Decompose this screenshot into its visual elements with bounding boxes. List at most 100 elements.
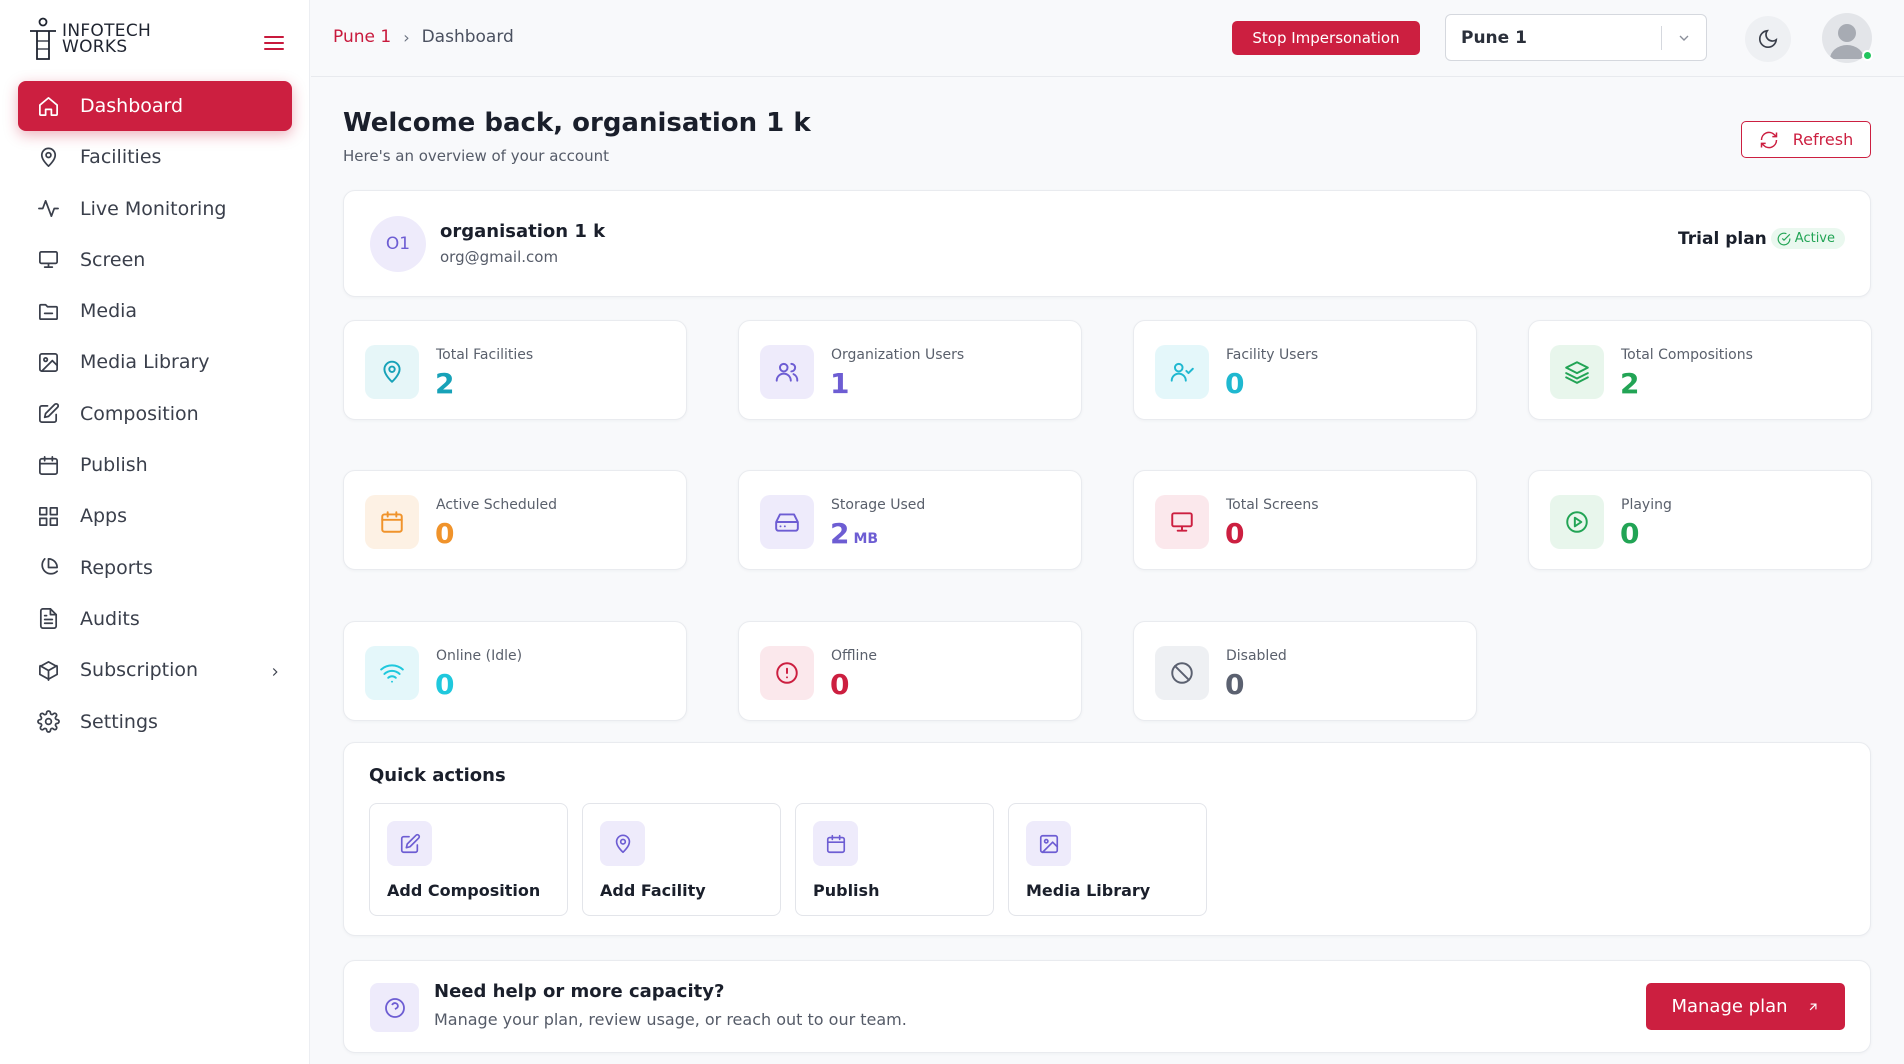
stat-number: 1 — [830, 367, 850, 400]
stat-value: 2 MB — [830, 517, 878, 550]
check-circle-icon — [1777, 232, 1791, 245]
sidebar-item-screen[interactable]: Screen — [18, 235, 292, 285]
quick-action-publish[interactable]: Publish — [795, 803, 994, 916]
sidebar-item-label: Reports — [80, 556, 153, 579]
user-check-icon — [1155, 345, 1209, 399]
org-select-dropdown[interactable]: Pune 1 — [1445, 14, 1707, 61]
sidebar-item-dashboard[interactable]: Dashboard — [18, 81, 292, 131]
plan-info: Trial plan Active — [1678, 228, 1845, 249]
quick-action-add-facility[interactable]: Add Facility — [582, 803, 781, 916]
brand-name: INFOTECH WORKS — [62, 23, 151, 57]
stat-card-facility-users: Facility Users 0 — [1133, 320, 1477, 420]
sidebar-item-publish[interactable]: Publish — [18, 440, 292, 490]
stat-label: Facility Users — [1226, 347, 1319, 363]
quick-actions-card: Quick actions Add Composition Add Facili… — [343, 742, 1871, 936]
theme-toggle-button[interactable] — [1745, 16, 1791, 62]
plan-status-text: Active — [1794, 231, 1835, 246]
hamburger-menu-icon[interactable] — [262, 33, 286, 53]
sidebar-item-media[interactable]: Media — [18, 286, 292, 336]
stat-number: 0 — [435, 517, 455, 550]
image-icon — [36, 350, 60, 374]
sidebar-item-apps[interactable]: Apps — [18, 491, 292, 541]
sidebar-item-subscription[interactable]: Subscription — [18, 645, 292, 695]
stat-label: Active Scheduled — [436, 497, 557, 513]
stat-card-total-facilities: Total Facilities 2 — [343, 320, 687, 420]
stat-card-offline: Offline 0 — [738, 621, 1082, 721]
stat-card-storage-used: Storage Used 2 MB — [738, 470, 1082, 570]
stat-number: 0 — [830, 668, 850, 701]
arrow-up-right-icon — [1809, 1003, 1817, 1010]
sidebar-item-label: Facilities — [80, 146, 162, 169]
sidebar-item-label: Screen — [80, 248, 146, 271]
layers-icon — [1550, 345, 1604, 399]
top-header: Pune 1 › Dashboard Stop Impersonation Pu… — [311, 0, 1904, 77]
quick-action-media-library[interactable]: Media Library — [1008, 803, 1207, 916]
sidebar-item-label: Media Library — [80, 351, 210, 374]
sidebar-item-live-monitoring[interactable]: Live Monitoring — [18, 184, 292, 234]
calendar-icon — [813, 821, 858, 866]
quick-action-add-composition[interactable]: Add Composition — [369, 803, 568, 916]
stat-number: 0 — [1225, 517, 1245, 550]
stat-value: 0 — [1225, 517, 1244, 550]
sidebar-item-reports[interactable]: Reports — [18, 543, 292, 593]
monitor-icon — [36, 248, 60, 272]
stat-card-total-compositions: Total Compositions 2 — [1528, 320, 1872, 420]
quick-actions-title: Quick actions — [369, 765, 506, 786]
quick-action-label: Add Facility — [600, 881, 706, 900]
play-circle-icon — [1550, 495, 1604, 549]
refresh-label: Refresh — [1792, 130, 1854, 149]
chevron-right-icon[interactable] — [268, 662, 282, 677]
manage-plan-button[interactable]: Manage plan — [1646, 983, 1845, 1030]
page-subtitle: Here's an overview of your account — [343, 147, 609, 165]
stat-number: 0 — [1225, 668, 1245, 701]
sidebar-item-composition[interactable]: Composition — [18, 389, 292, 439]
map-pin-icon — [36, 145, 60, 169]
sidebar-item-label: Settings — [80, 710, 158, 733]
stat-value: 0 — [1225, 668, 1244, 701]
stat-value: 0 — [1620, 517, 1639, 550]
help-subtitle: Manage your plan, review usage, or reach… — [434, 1010, 907, 1029]
stat-label: Playing — [1621, 497, 1672, 513]
stat-value: 0 — [830, 668, 849, 701]
activity-icon — [36, 197, 60, 221]
gear-icon — [36, 710, 60, 734]
stat-value: 0 — [1225, 367, 1244, 400]
brand-line-2: WORKS — [62, 37, 128, 57]
sidebar-item-settings[interactable]: Settings — [18, 697, 292, 747]
calendar-icon — [365, 495, 419, 549]
stat-label: Total Screens — [1226, 497, 1319, 513]
home-icon — [36, 94, 60, 118]
grid-icon — [36, 504, 60, 528]
sidebar-item-audits[interactable]: Audits — [18, 594, 292, 644]
sidebar-item-label: Dashboard — [80, 95, 184, 117]
sidebar-item-media-library[interactable]: Media Library — [18, 337, 292, 387]
refresh-icon — [1760, 131, 1778, 148]
stop-impersonation-button[interactable]: Stop Impersonation — [1232, 21, 1420, 55]
folder-icon — [36, 299, 60, 323]
refresh-button[interactable]: Refresh — [1741, 121, 1871, 158]
stat-number: 0 — [1620, 517, 1640, 550]
chevron-right-icon: › — [403, 27, 410, 47]
stat-label: Storage Used — [831, 497, 926, 513]
stat-unit: MB — [853, 531, 879, 547]
online-status-dot — [1862, 50, 1873, 61]
page-title: Welcome back, organisation 1 k — [343, 108, 811, 138]
help-title: Need help or more capacity? — [434, 981, 725, 1002]
wifi-icon — [365, 646, 419, 700]
chevron-down-icon — [1662, 30, 1706, 46]
org-email: org@gmail.com — [440, 248, 559, 266]
logo-mark-icon — [30, 17, 56, 60]
stat-value: 0 — [435, 668, 454, 701]
breadcrumb-current: Dashboard — [421, 27, 514, 47]
help-card: Need help or more capacity? Manage your … — [343, 960, 1871, 1053]
calendar-icon — [36, 453, 60, 477]
sidebar-item-label: Audits — [80, 607, 140, 630]
stat-label: Disabled — [1226, 648, 1287, 664]
stat-number: 2 — [1620, 367, 1640, 400]
brand-logo[interactable]: INFOTECH WORKS — [28, 16, 151, 62]
breadcrumb-parent[interactable]: Pune 1 — [333, 27, 391, 47]
manage-plan-label: Manage plan — [1671, 996, 1788, 1017]
moon-icon — [1758, 29, 1778, 49]
sidebar-item-label: Apps — [80, 505, 128, 528]
sidebar-item-facilities[interactable]: Facilities — [18, 132, 292, 182]
